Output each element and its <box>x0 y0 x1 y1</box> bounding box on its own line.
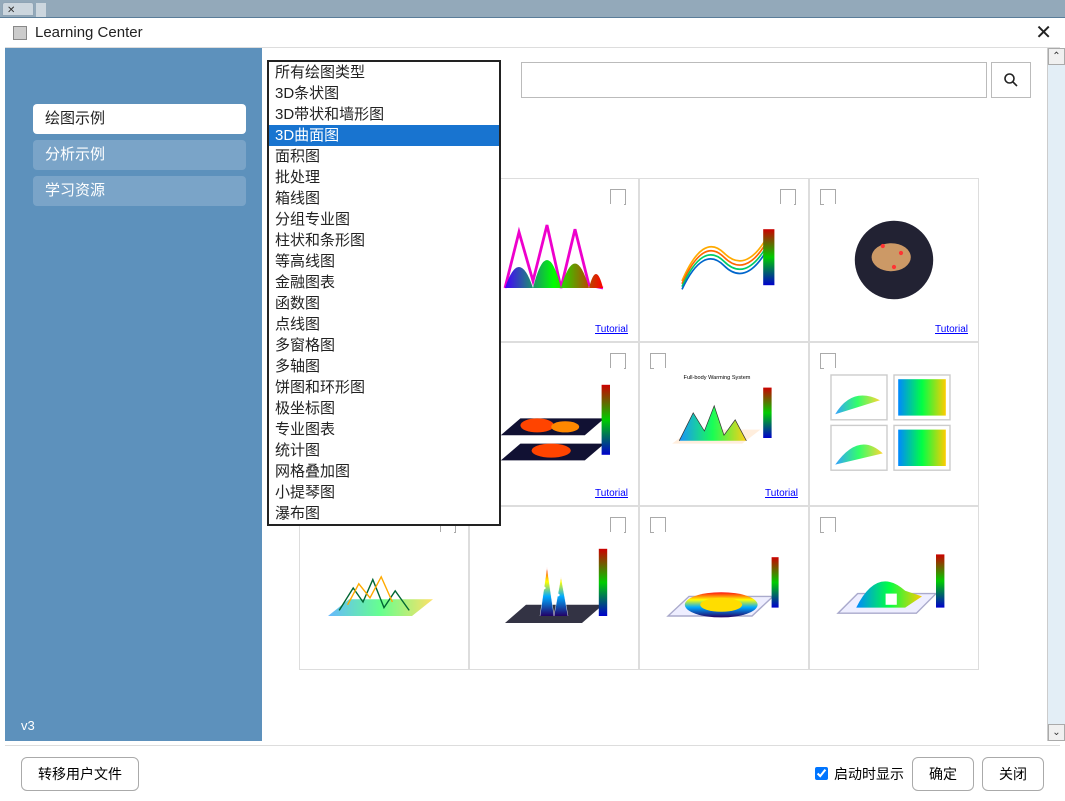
dropdown-item[interactable]: 函数图 <box>269 293 499 314</box>
dropdown-item[interactable]: 多轴图 <box>269 356 499 377</box>
dropdown-item[interactable]: 点线图 <box>269 314 499 335</box>
close-button[interactable]: 关闭 <box>982 757 1044 791</box>
scroll-up-icon[interactable]: ⌃ <box>1048 48 1065 65</box>
dropdown-item[interactable]: 3D带状和墙形图 <box>269 104 499 125</box>
dropdown-item[interactable]: 饼图和环形图 <box>269 377 499 398</box>
thumb-preview <box>654 523 794 653</box>
learning-center-window: ✕ Learning Center ✕ 绘图示例 分析示例 学习资源 v3 所有… <box>0 0 1065 801</box>
dropdown-item[interactable]: 箱线图 <box>269 188 499 209</box>
sidebar-item-label: 学习资源 <box>45 182 105 199</box>
thumbnail-card[interactable] <box>639 178 809 342</box>
dropdown-item[interactable]: 瀑布图 <box>269 503 499 524</box>
close-icon[interactable]: ✕ <box>1035 20 1052 45</box>
thumbnail-card[interactable] <box>809 342 979 506</box>
scroll-down-icon[interactable]: ⌄ <box>1048 724 1065 741</box>
thumb-preview <box>824 195 964 325</box>
dropdown-item[interactable]: 面积图 <box>269 146 499 167</box>
show-on-startup-input[interactable] <box>815 767 828 780</box>
dropdown-item[interactable]: 3D曲面图 <box>269 125 499 146</box>
dropdown-item[interactable]: 极坐标图 <box>269 398 499 419</box>
dropdown-item[interactable]: 统计图 <box>269 440 499 461</box>
sidebar: 绘图示例 分析示例 学习资源 v3 <box>5 48 262 741</box>
thumbnail-card[interactable] <box>809 506 979 670</box>
close-tab-icon[interactable]: ✕ <box>7 5 15 16</box>
sidebar-item-label: 分析示例 <box>45 146 105 163</box>
tutorial-link[interactable]: Tutorial <box>935 324 968 335</box>
search-button[interactable] <box>991 62 1031 98</box>
thumb-preview <box>824 523 964 653</box>
transfer-user-files-button[interactable]: 转移用户文件 <box>21 757 139 791</box>
tutorial-link[interactable]: Tutorial <box>765 488 798 499</box>
dropdown-item[interactable]: 所有绘图类型 <box>269 62 499 83</box>
sidebar-item-label: 绘图示例 <box>45 110 105 127</box>
dropdown-item[interactable]: 金融图表 <box>269 272 499 293</box>
version-label: v3 <box>21 718 35 733</box>
dropdown-item[interactable]: 分组专业图 <box>269 209 499 230</box>
ok-button[interactable]: 确定 <box>912 757 974 791</box>
dropdown-item[interactable]: 柱状和条形图 <box>269 230 499 251</box>
sidebar-item-plot-examples[interactable]: 绘图示例 <box>33 104 246 134</box>
dropdown-item[interactable]: 网格叠加图 <box>269 461 499 482</box>
dropdown-item[interactable]: 等高线图 <box>269 251 499 272</box>
search-input[interactable] <box>521 62 987 98</box>
thumbnail-card[interactable]: Tutorial <box>809 178 979 342</box>
category-dropdown-list[interactable]: 所有绘图类型3D条状图3D带状和墙形图3D曲面图面积图批处理箱线图分组专业图柱状… <box>267 60 501 526</box>
thumb-preview <box>484 523 624 653</box>
thumbnail-card[interactable] <box>639 506 809 670</box>
dropdown-item[interactable]: 批处理 <box>269 167 499 188</box>
show-on-startup-label: 启动时显示 <box>834 764 904 784</box>
tutorial-link[interactable]: Tutorial <box>595 324 628 335</box>
search-icon <box>1003 72 1019 88</box>
window-title: Learning Center <box>35 24 1035 41</box>
vertical-scrollbar[interactable]: ⌃ ⌄ <box>1047 48 1065 741</box>
dropdown-item[interactable]: 小提琴图 <box>269 482 499 503</box>
show-on-startup-checkbox[interactable]: 启动时显示 <box>811 764 904 784</box>
dropdown-item[interactable]: 专业图表 <box>269 419 499 440</box>
thumb-preview <box>824 359 964 489</box>
main-panel: 所有绘图类型3D条状图3D带状和墙形图3D曲面图面积图批处理箱线图分组专业图柱状… <box>267 48 1045 741</box>
dropdown-item[interactable]: 多窗格图 <box>269 335 499 356</box>
thumb-preview <box>484 195 624 325</box>
thumb-preview <box>314 523 454 653</box>
thumbnail-card[interactable] <box>469 506 639 670</box>
svg-text:Full-body Warming System: Full-body Warming System <box>684 375 751 381</box>
outer-tab-strip: ✕ <box>0 0 1065 18</box>
app-icon <box>13 26 27 40</box>
sidebar-item-learning-resources[interactable]: 学习资源 <box>33 176 246 206</box>
browser-tab[interactable]: ✕ <box>2 2 34 16</box>
thumb-preview <box>484 359 624 489</box>
thumbnail-card[interactable]: Full-body Warming System Tutorial <box>639 342 809 506</box>
dropdown-item[interactable]: 3D条状图 <box>269 83 499 104</box>
thumb-preview <box>654 195 794 325</box>
footer: 转移用户文件 启动时显示 确定 关闭 <box>5 745 1060 801</box>
sidebar-item-analysis-examples[interactable]: 分析示例 <box>33 140 246 170</box>
thumbnail-card[interactable] <box>299 506 469 670</box>
titlebar: Learning Center ✕ <box>5 18 1060 48</box>
tutorial-link[interactable]: Tutorial <box>595 488 628 499</box>
browser-tab-stub <box>36 3 46 17</box>
thumb-preview: Full-body Warming System <box>654 359 794 489</box>
